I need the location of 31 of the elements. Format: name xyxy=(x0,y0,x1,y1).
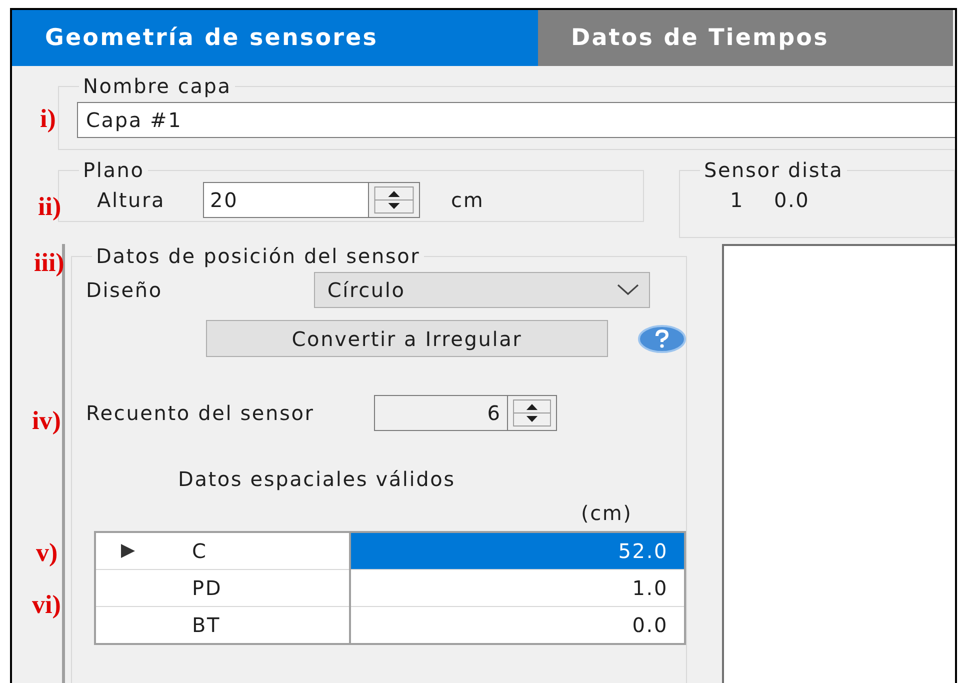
help-icon[interactable] xyxy=(638,324,686,352)
design-dropdown[interactable]: Círculo xyxy=(314,272,650,308)
unit-label: cm xyxy=(451,188,484,212)
sensor-count-label: Recuento del sensor xyxy=(86,401,314,425)
group-label: Nombre capa xyxy=(82,74,232,98)
sensor-count-field[interactable]: 6 xyxy=(374,395,508,431)
annotation-label: iii) xyxy=(34,248,64,278)
unit-label: (cm) xyxy=(581,501,634,525)
table-title: Datos espaciales válidos xyxy=(178,467,456,491)
annotation-label: v) xyxy=(36,538,58,568)
spin-arrows-icon[interactable] xyxy=(368,182,420,218)
convert-button[interactable]: Convertir a Irregular xyxy=(206,320,608,357)
table-cell[interactable]: 1.0 xyxy=(350,570,685,606)
spin-arrows-icon[interactable] xyxy=(507,395,558,431)
annotation-label: iv) xyxy=(32,406,61,436)
sensor-index: 1 xyxy=(730,188,744,212)
height-field[interactable]: 20 xyxy=(203,182,368,218)
design-label: Diseño xyxy=(86,278,162,302)
height-label: Altura xyxy=(97,188,166,212)
layer-name-field[interactable]: Capa #1 xyxy=(77,102,955,138)
annotation-label: i) xyxy=(40,104,56,134)
group-label: Sensor dista xyxy=(702,158,844,182)
table-cell[interactable]: 52.0 xyxy=(350,532,685,570)
annotation-label: ii) xyxy=(38,192,62,222)
chevron-down-icon xyxy=(617,284,640,296)
tab[interactable]: Datos de Tiempos xyxy=(538,10,953,66)
distance-value: 0.0 xyxy=(774,188,810,212)
group-label: Datos de posición del sensor xyxy=(95,244,422,268)
annotation-label: vi) xyxy=(32,590,61,620)
tab[interactable]: Geometría de sensores xyxy=(12,10,538,66)
group-label: Plano xyxy=(82,158,146,182)
